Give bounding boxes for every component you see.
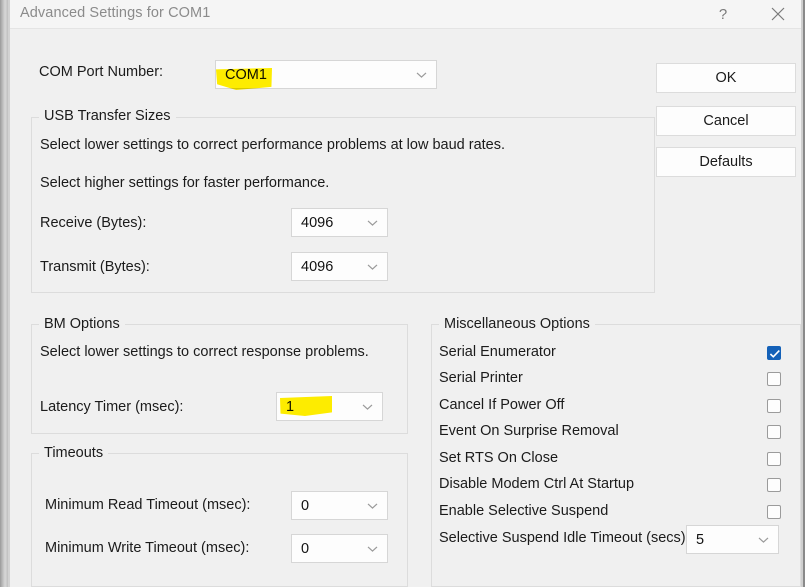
misc-option-event-on-surprise-removal[interactable]: Event On Surprise Removal [439, 423, 784, 445]
defaults-button-label: Defaults [699, 154, 753, 170]
advanced-settings-dialog: Advanced Settings for COM1 ? COM Port Nu… [10, 0, 803, 587]
receive-bytes-combobox[interactable]: 4096 [291, 208, 388, 237]
close-icon[interactable] [755, 0, 801, 28]
chevron-down-icon [367, 545, 378, 552]
cancel-button-label: Cancel [703, 113, 749, 129]
misc-option-label: Serial Printer [439, 370, 523, 386]
help-icon[interactable]: ? [700, 0, 746, 28]
screen: Advanced Settings for COM1 ? COM Port Nu… [0, 0, 805, 587]
misc-option-label: Event On Surprise Removal [439, 423, 619, 439]
minimum-write-timeout-value: 0 [301, 540, 310, 557]
misc-option-label: Disable Modem Ctrl At Startup [439, 476, 635, 492]
misc-option-set-rts-on-close[interactable]: Set RTS On Close [439, 450, 784, 472]
defaults-button[interactable]: Defaults [656, 147, 796, 177]
misc-option-serial-enumerator[interactable]: Serial Enumerator [439, 344, 784, 366]
selective-suspend-idle-timeout-combobox[interactable]: 5 [686, 525, 779, 554]
transmit-bytes-combobox[interactable]: 4096 [291, 252, 388, 281]
chevron-down-icon [362, 403, 373, 410]
checkbox[interactable] [767, 452, 781, 466]
window-left-edge [0, 0, 8, 587]
checkbox[interactable] [767, 346, 781, 360]
receive-bytes-label: Receive (Bytes): [40, 215, 147, 231]
misc-option-label: Enable Selective Suspend [439, 503, 609, 519]
checkbox[interactable] [767, 425, 781, 439]
usb-transfer-sizes-title: USB Transfer Sizes [39, 108, 176, 124]
transmit-bytes-value: 4096 [301, 258, 334, 275]
latency-timer-highlight-marker [280, 396, 332, 416]
titlebar[interactable]: Advanced Settings for COM1 ? [10, 0, 801, 29]
miscellaneous-options-title: Miscellaneous Options [439, 316, 595, 332]
timeouts-title: Timeouts [39, 445, 109, 461]
chevron-down-icon [416, 71, 427, 78]
checkbox[interactable] [767, 478, 781, 492]
selective-suspend-idle-timeout-label: Selective Suspend Idle Timeout (secs): [439, 530, 690, 546]
minimum-write-timeout-label: Minimum Write Timeout (msec): [45, 540, 250, 556]
misc-option-label: Cancel If Power Off [439, 397, 565, 413]
minimum-read-timeout-value: 0 [301, 497, 310, 514]
misc-option-cancel-if-power-off[interactable]: Cancel If Power Off [439, 397, 784, 419]
help-glyph: ? [718, 5, 728, 23]
checkbox[interactable] [767, 372, 781, 386]
selective-suspend-idle-timeout-value: 5 [696, 531, 705, 548]
bm-options-title: BM Options [39, 316, 125, 332]
misc-option-label: Set RTS On Close [439, 450, 559, 466]
com-port-number-label: COM Port Number: [39, 64, 164, 80]
minimum-write-timeout-combobox[interactable]: 0 [291, 534, 388, 563]
ok-button-label: OK [715, 70, 737, 86]
timeouts-group [31, 453, 408, 587]
window-title: Advanced Settings for COM1 [20, 5, 211, 21]
chevron-down-icon [758, 536, 769, 543]
chevron-down-icon [367, 263, 378, 270]
checkbox[interactable] [767, 399, 781, 413]
usb-desc-line-2: Select higher settings for faster perfor… [40, 175, 330, 191]
minimum-read-timeout-label: Minimum Read Timeout (msec): [45, 497, 251, 513]
latency-timer-label: Latency Timer (msec): [40, 399, 184, 415]
ok-button[interactable]: OK [656, 63, 796, 93]
misc-option-label: Serial Enumerator [439, 344, 556, 360]
chevron-down-icon [367, 219, 378, 226]
transmit-bytes-label: Transmit (Bytes): [40, 259, 150, 275]
bm-options-desc: Select lower settings to correct respons… [40, 344, 369, 360]
cancel-button[interactable]: Cancel [656, 106, 796, 136]
chevron-down-icon [367, 502, 378, 509]
minimum-read-timeout-combobox[interactable]: 0 [291, 491, 388, 520]
receive-bytes-value: 4096 [301, 214, 334, 231]
misc-option-enable-selective-suspend[interactable]: Enable Selective Suspend [439, 503, 784, 525]
checkbox[interactable] [767, 505, 781, 519]
misc-option-serial-printer[interactable]: Serial Printer [439, 370, 784, 392]
misc-option-disable-modem-ctrl-at-startup[interactable]: Disable Modem Ctrl At Startup [439, 476, 784, 498]
usb-desc-line-1: Select lower settings to correct perform… [40, 137, 506, 153]
